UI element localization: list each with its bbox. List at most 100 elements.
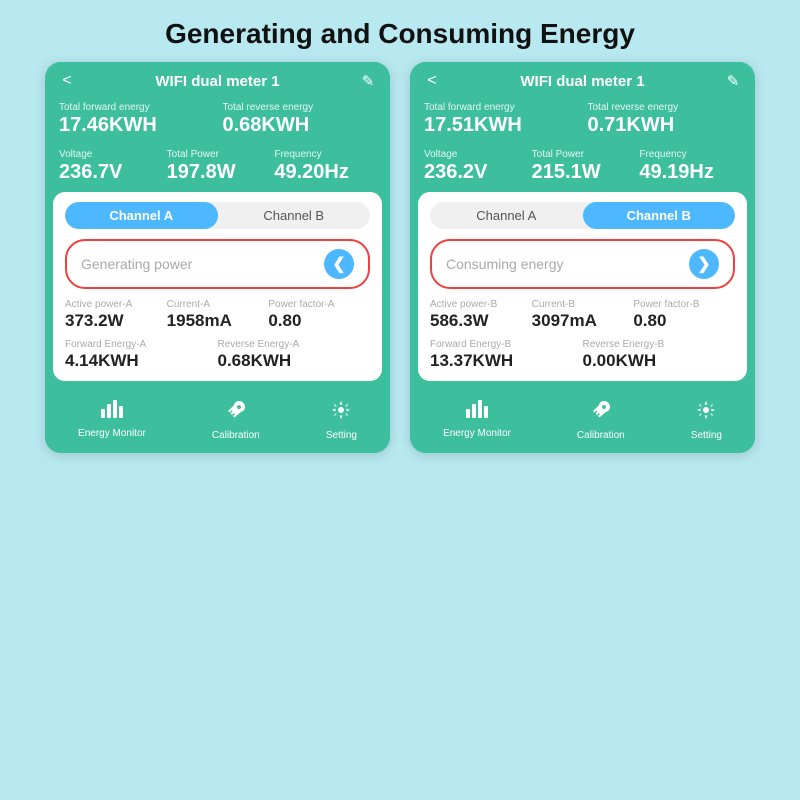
- forward-energy-right: Total forward energy 17.51KWH: [424, 102, 578, 137]
- mode-btn-right[interactable]: ❯: [689, 249, 719, 279]
- phone-left-header: < WIFI dual meter 1 ✎: [45, 62, 390, 98]
- current-right: Current-B 3097mA: [532, 299, 634, 331]
- tab-channel-b-left[interactable]: Channel B: [218, 202, 371, 229]
- energy-row-left: Total forward energy 17.46KWH Total reve…: [45, 98, 390, 145]
- power-factor-value-left: 0.80: [268, 311, 370, 331]
- nav-energy-monitor-right[interactable]: Energy Monitor: [443, 399, 511, 441]
- phone-right: < WIFI dual meter 1 ✎ Total forward ener…: [410, 62, 755, 453]
- voltage-value-left: 236.7V: [59, 161, 161, 184]
- reverse-energy-a-left: Reverse Energy-A 0.68KWH: [218, 339, 371, 371]
- phone-left: < WIFI dual meter 1 ✎ Total forward ener…: [45, 62, 390, 453]
- edit-button-right[interactable]: ✎: [723, 72, 743, 90]
- card-left: Channel A Channel B Generating power ❮ A…: [53, 192, 382, 381]
- wrench-icon-left: [225, 399, 247, 427]
- voltage-label-right: Voltage: [424, 149, 526, 160]
- reverse-energy-a-value-left: 0.68KWH: [218, 351, 371, 371]
- mode-btn-left[interactable]: ❮: [324, 249, 354, 279]
- total-power-label-right: Total Power: [532, 149, 634, 160]
- forward-energy-left: Total forward energy 17.46KWH: [59, 102, 213, 137]
- nav-setting-label-right: Setting: [691, 430, 722, 441]
- reverse-energy-left: Total reverse energy 0.68KWH: [223, 102, 377, 137]
- reverse-energy-b-label-right: Reverse Energy-B: [583, 339, 736, 350]
- current-value-left: 1958mA: [167, 311, 269, 331]
- forward-energy-value-right: 17.51KWH: [424, 114, 578, 137]
- back-button-left[interactable]: <: [57, 72, 77, 90]
- total-power-value-right: 215.1W: [532, 161, 634, 184]
- edit-button-left[interactable]: ✎: [358, 72, 378, 90]
- reverse-energy-label-right: Total reverse energy: [588, 102, 742, 113]
- active-power-value-right: 586.3W: [430, 311, 532, 331]
- nav-energy-monitor-label-left: Energy Monitor: [78, 428, 146, 439]
- active-power-label-left: Active power-A: [65, 299, 167, 310]
- stats-row-right: Voltage 236.2V Total Power 215.1W Freque…: [410, 145, 755, 192]
- reverse-energy-b-value-right: 0.00KWH: [583, 351, 736, 371]
- frequency-value-right: 49.19Hz: [639, 161, 741, 184]
- data-grid-1-right: Active power-B 586.3W Current-B 3097mA P…: [430, 299, 735, 331]
- reverse-energy-a-label-left: Reverse Energy-A: [218, 339, 371, 350]
- voltage-label-left: Voltage: [59, 149, 161, 160]
- data-grid-2-left: Forward Energy-A 4.14KWH Reverse Energy-…: [65, 339, 370, 371]
- reverse-energy-value-right: 0.71KWH: [588, 114, 742, 137]
- active-power-label-right: Active power-B: [430, 299, 532, 310]
- phone-right-header: < WIFI dual meter 1 ✎: [410, 62, 755, 98]
- mode-text-left: Generating power: [81, 256, 192, 272]
- phone-right-title: WIFI dual meter 1: [442, 73, 723, 90]
- bottom-nav-left: Energy Monitor Calibration Setting: [45, 389, 390, 453]
- nav-energy-monitor-left[interactable]: Energy Monitor: [78, 399, 146, 441]
- frequency-value-left: 49.20Hz: [274, 161, 376, 184]
- stats-row-left: Voltage 236.7V Total Power 197.8W Freque…: [45, 145, 390, 192]
- power-factor-label-left: Power factor-A: [268, 299, 370, 310]
- forward-energy-b-value-right: 13.37KWH: [430, 351, 583, 371]
- gear-icon-right: [695, 399, 717, 427]
- current-left: Current-A 1958mA: [167, 299, 269, 331]
- voltage-right: Voltage 236.2V: [424, 149, 526, 184]
- power-factor-label-right: Power factor-B: [633, 299, 735, 310]
- nav-setting-left[interactable]: Setting: [326, 399, 357, 441]
- current-label-left: Current-A: [167, 299, 269, 310]
- mode-text-right: Consuming energy: [446, 256, 564, 272]
- voltage-value-right: 236.2V: [424, 161, 526, 184]
- tab-channel-a-right[interactable]: Channel A: [430, 202, 583, 229]
- total-power-label-left: Total Power: [167, 149, 269, 160]
- tab-channel-b-right[interactable]: Channel B: [583, 202, 736, 229]
- forward-energy-a-left: Forward Energy-A 4.14KWH: [65, 339, 218, 371]
- wrench-icon-right: [590, 399, 612, 427]
- reverse-energy-label-left: Total reverse energy: [223, 102, 377, 113]
- data-grid-2-right: Forward Energy-B 13.37KWH Reverse Energy…: [430, 339, 735, 371]
- frequency-label-left: Frequency: [274, 149, 376, 160]
- back-button-right[interactable]: <: [422, 72, 442, 90]
- phones-container: < WIFI dual meter 1 ✎ Total forward ener…: [0, 62, 800, 453]
- forward-energy-b-label-right: Forward Energy-B: [430, 339, 583, 350]
- power-factor-left: Power factor-A 0.80: [268, 299, 370, 331]
- reverse-energy-right: Total reverse energy 0.71KWH: [588, 102, 742, 137]
- power-factor-value-right: 0.80: [633, 311, 735, 331]
- nav-calibration-label-left: Calibration: [212, 430, 260, 441]
- energy-row-right: Total forward energy 17.51KWH Total reve…: [410, 98, 755, 145]
- nav-calibration-right[interactable]: Calibration: [577, 399, 625, 441]
- forward-energy-value-left: 17.46KWH: [59, 114, 213, 137]
- bottom-nav-right: Energy Monitor Calibration Setting: [410, 389, 755, 453]
- reverse-energy-value-left: 0.68KWH: [223, 114, 377, 137]
- nav-calibration-left[interactable]: Calibration: [212, 399, 260, 441]
- card-right: Channel A Channel B Consuming energy ❯ A…: [418, 192, 747, 381]
- nav-calibration-label-right: Calibration: [577, 430, 625, 441]
- page-title: Generating and Consuming Energy: [0, 0, 800, 62]
- tabs-left: Channel A Channel B: [65, 202, 370, 229]
- current-label-right: Current-B: [532, 299, 634, 310]
- forward-energy-label-left: Total forward energy: [59, 102, 213, 113]
- forward-energy-a-label-left: Forward Energy-A: [65, 339, 218, 350]
- total-power-value-left: 197.8W: [167, 161, 269, 184]
- gear-icon-left: [330, 399, 352, 427]
- active-power-value-left: 373.2W: [65, 311, 167, 331]
- nav-setting-right[interactable]: Setting: [691, 399, 722, 441]
- chart-icon-right: [465, 399, 489, 425]
- tab-channel-a-left[interactable]: Channel A: [65, 202, 218, 229]
- frequency-left: Frequency 49.20Hz: [274, 149, 376, 184]
- voltage-left: Voltage 236.7V: [59, 149, 161, 184]
- forward-energy-a-value-left: 4.14KWH: [65, 351, 218, 371]
- nav-energy-monitor-label-right: Energy Monitor: [443, 428, 511, 439]
- chart-icon-left: [100, 399, 124, 425]
- reverse-energy-b-right: Reverse Energy-B 0.00KWH: [583, 339, 736, 371]
- total-power-right: Total Power 215.1W: [532, 149, 634, 184]
- data-grid-1-left: Active power-A 373.2W Current-A 1958mA P…: [65, 299, 370, 331]
